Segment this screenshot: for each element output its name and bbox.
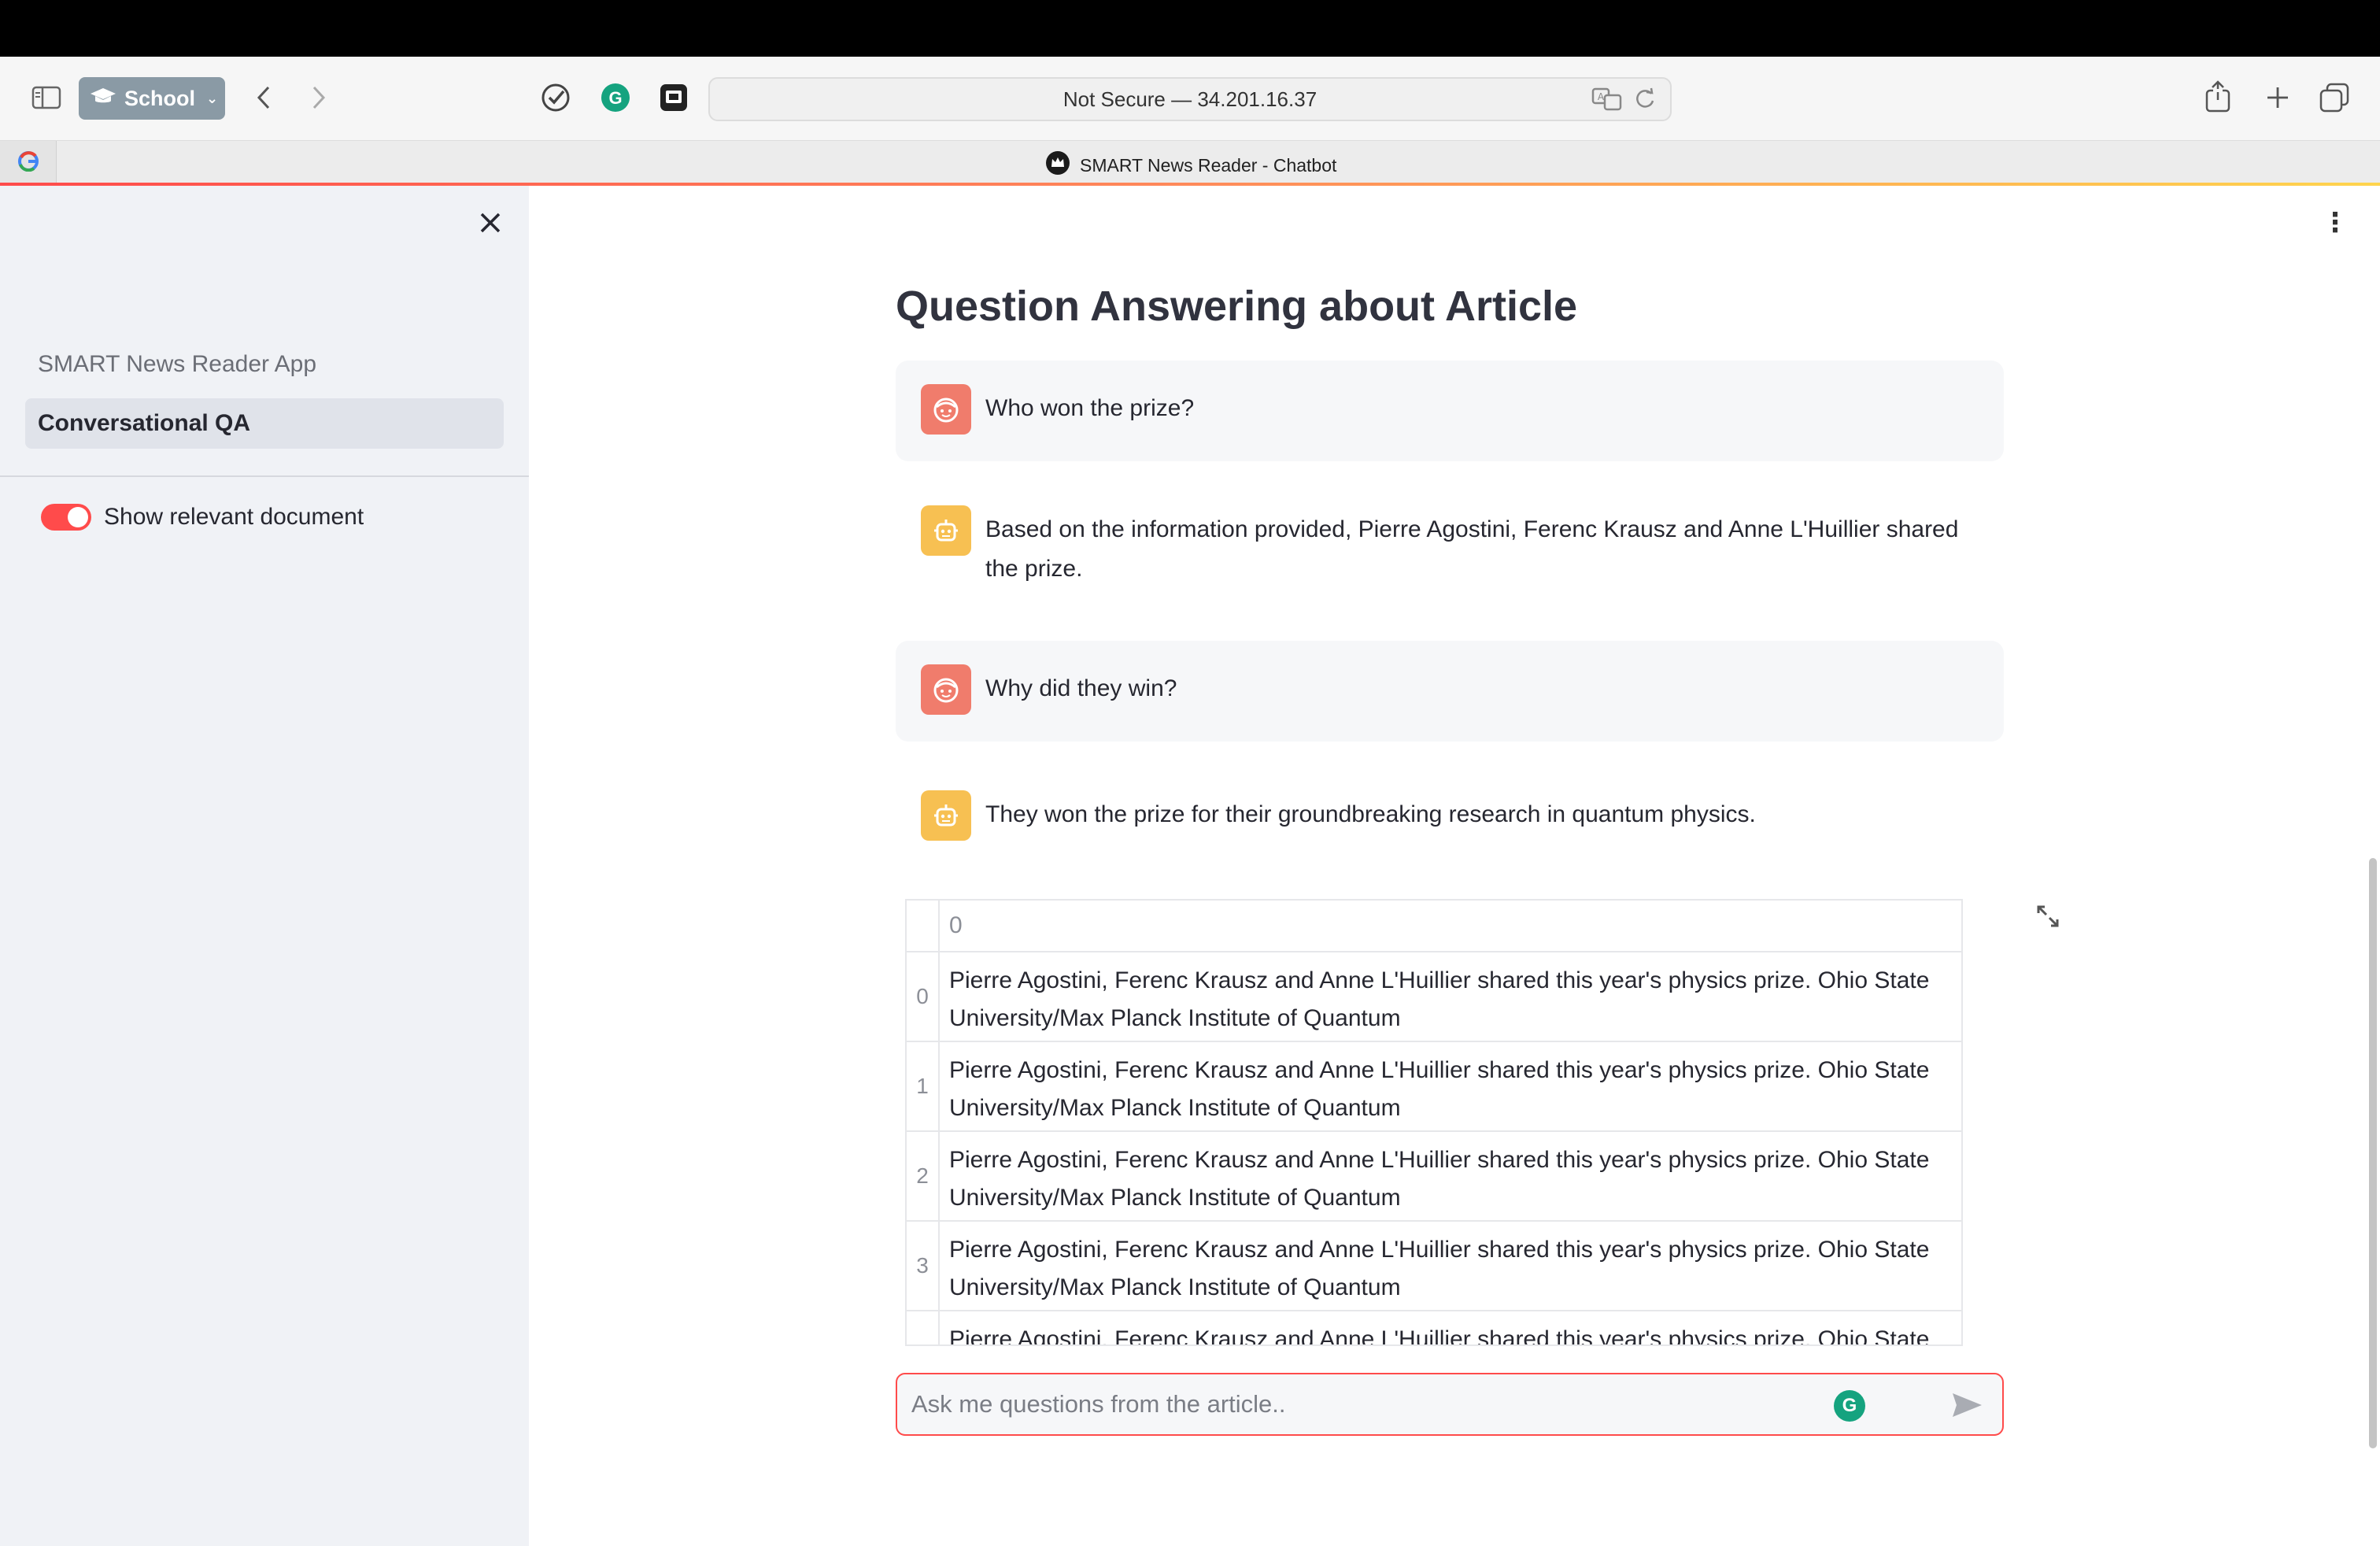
browser-toolbar: School ⌄ G Not Secure — 34.201.16.37 A [0,57,2380,140]
tab-group-label: School [124,86,196,110]
close-sidebar-icon[interactable] [477,209,504,236]
sidebar: SMART News Reader App Conversational QA … [0,186,529,1546]
table-row[interactable]: 2 Pierre Agostini, Ferenc Krausz and Ann… [907,1132,1961,1222]
tab-group-button[interactable]: School ⌄ [79,77,225,120]
sidebar-item-conversational-qa[interactable]: Conversational QA [25,398,504,449]
graduation-cap-icon [90,87,116,111]
sidebar-item-smart-news-reader-app[interactable]: SMART News Reader App [38,351,316,378]
extension-icon[interactable] [656,80,691,115]
user-avatar-icon [921,384,971,435]
streamlit-crown-icon [1045,150,1070,180]
chat-message-user: Who won the prize? [896,361,2004,461]
table-cell[interactable]: Pierre Agostini, Ferenc Krausz and Anne … [940,1132,1961,1220]
bot-avatar-icon [921,505,971,556]
index-header-cell [907,901,940,951]
row-index: 0 [907,952,940,1041]
pinned-tab[interactable] [0,141,57,185]
relevant-documents-table[interactable]: 0 0 Pierre Agostini, Ferenc Krausz and A… [905,899,1963,1346]
reload-icon[interactable] [1634,87,1656,117]
row-index: 4 [907,1311,940,1344]
main-content: ⋮ Question Answering about Article Who w… [529,186,2380,1546]
grammarly-badge-icon[interactable]: G [1834,1390,1865,1422]
table-cell[interactable]: Pierre Agostini, Ferenc Krausz and Anne … [940,1222,1961,1310]
user-avatar-icon [921,664,971,715]
svg-text:G: G [608,88,622,108]
table-row[interactable]: 1 Pierre Agostini, Ferenc Krausz and Ann… [907,1042,1961,1132]
grammarly-extension-icon[interactable]: G [598,80,633,115]
tab-overview-icon[interactable] [2317,80,2352,115]
checkmark-extension-icon[interactable] [538,80,573,115]
table-row[interactable]: 0 Pierre Agostini, Ferenc Krausz and Ann… [907,952,1961,1042]
table-row[interactable]: 3 Pierre Agostini, Ferenc Krausz and Ann… [907,1222,1961,1311]
toggle-label: Show relevant document [104,504,364,530]
message-text: Who won the prize? [985,395,1195,421]
show-document-toggle[interactable] [41,504,91,531]
tab-title-text: SMART News Reader - Chatbot [1080,154,1337,176]
send-button[interactable] [1950,1390,1985,1422]
chat-input[interactable] [911,1390,1856,1418]
tab-bar: SMART News Reader - Chatbot [0,140,2380,185]
row-index: 1 [907,1042,940,1130]
chat-message-assistant: They won the prize for their groundbreak… [896,767,2004,867]
google-icon [17,150,39,176]
forward-arrow-icon[interactable] [305,80,332,115]
table-cell[interactable]: Pierre Agostini, Ferenc Krausz and Anne … [940,952,1961,1041]
sidebar-item-label: Conversational QA [38,410,251,436]
address-bar[interactable]: Not Secure — 34.201.16.37 A [708,77,1672,121]
message-text: They won the prize for their groundbreak… [985,801,1756,827]
chat-input-container: G [896,1373,2004,1436]
bot-avatar-icon [921,790,971,841]
url-text: Not Secure — 34.201.16.37 [1062,87,1318,111]
chevron-down-icon: ⌄ [206,90,219,106]
sidebar-divider [0,475,529,477]
row-index: 2 [907,1132,940,1220]
chat-message-user: Why did they win? [896,641,2004,742]
message-text: Why did they win? [985,675,1177,701]
translate-icon[interactable]: A [1591,87,1623,117]
chat-message-assistant: Based on the information provided, Pierr… [896,482,2004,608]
new-tab-icon[interactable] [2260,80,2295,115]
table-header-row: 0 [907,901,1961,952]
sidebar-toggle-icon[interactable] [30,83,63,112]
back-arrow-icon[interactable] [250,80,277,115]
message-text: Based on the information provided, Pierr… [985,516,1959,582]
share-icon[interactable] [2201,77,2235,115]
active-tab[interactable]: SMART News Reader - Chatbot [1045,150,1336,180]
os-menu-bar [0,0,2380,57]
svg-text:A: A [1598,91,1605,102]
fullscreen-expand-icon[interactable] [2034,902,2065,934]
table-cell[interactable]: Pierre Agostini, Ferenc Krausz and Anne … [940,1311,1961,1344]
show-document-toggle-row: Show relevant document [41,504,364,531]
more-options-icon[interactable]: ⋮ [2322,209,2349,236]
row-index: 3 [907,1222,940,1310]
page-scrollbar[interactable] [2369,858,2377,1448]
table-row[interactable]: 4 Pierre Agostini, Ferenc Krausz and Ann… [907,1311,1961,1344]
column-header[interactable]: 0 [940,901,972,951]
page-title: Question Answering about Article [896,283,1578,330]
table-cell[interactable]: Pierre Agostini, Ferenc Krausz and Anne … [940,1042,1961,1130]
